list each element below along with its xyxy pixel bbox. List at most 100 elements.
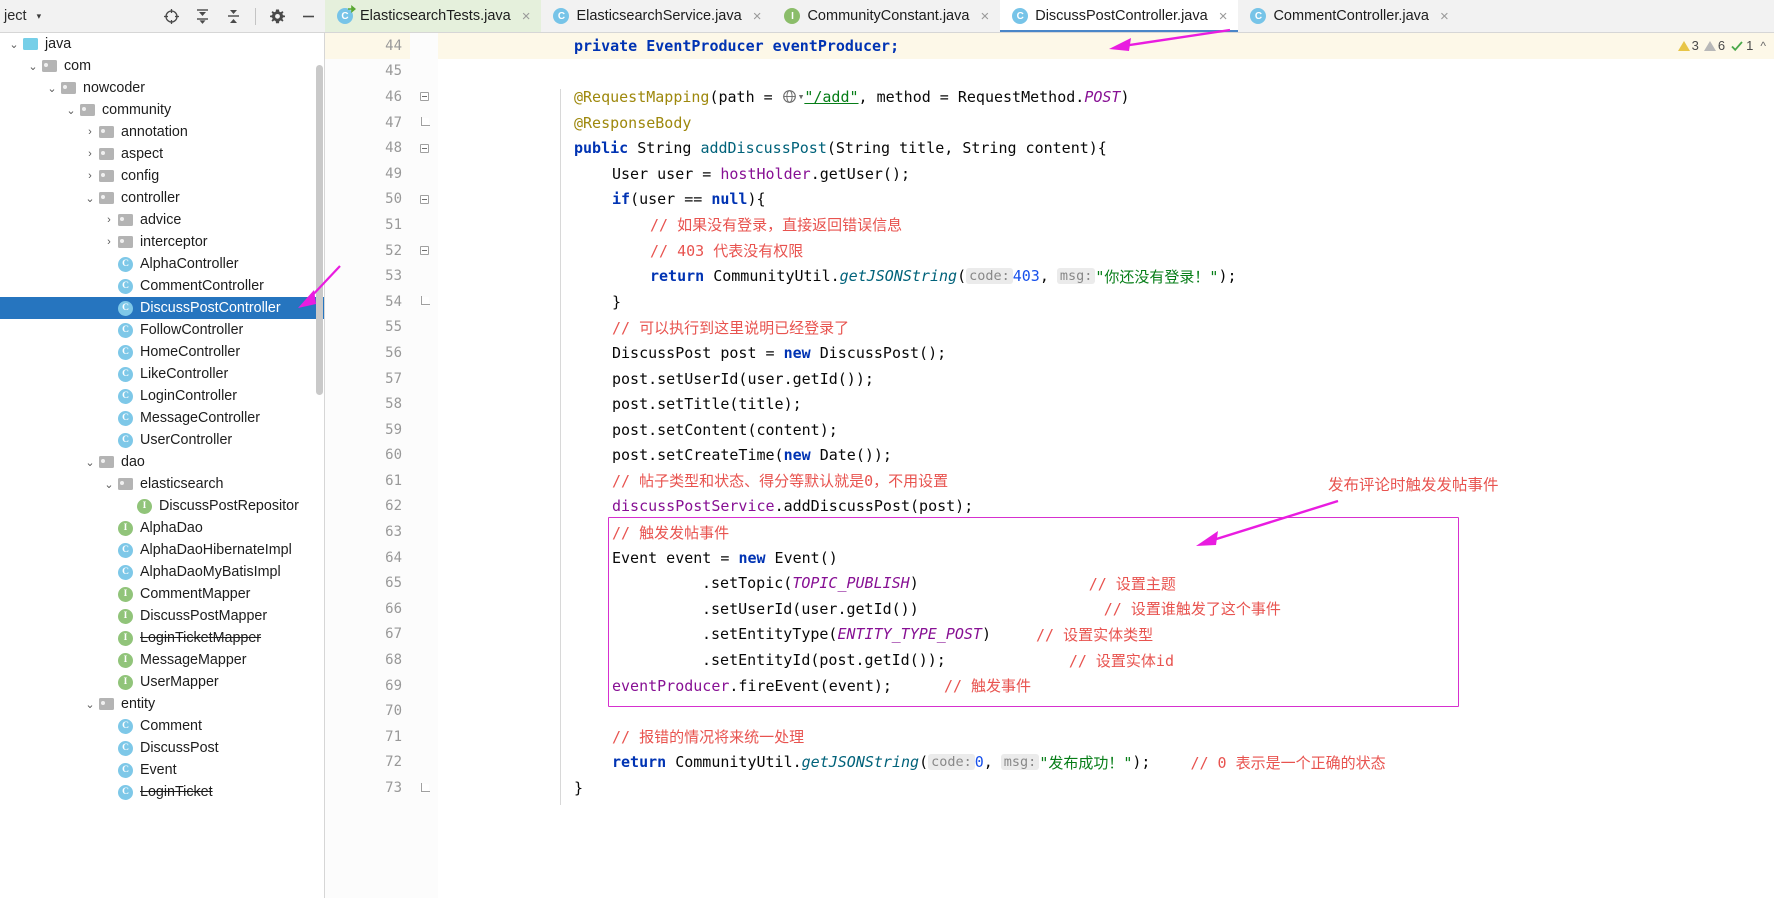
region-end-icon[interactable] — [419, 296, 430, 307]
editor-tab-elasticsearchtests[interactable]: C ElasticsearchTests.java × — [325, 0, 542, 32]
editor-tab-elasticsearchservice[interactable]: C ElasticsearchService.java × — [541, 0, 772, 32]
line-number-50[interactable]: 50 — [325, 187, 410, 213]
chevron-right-icon[interactable]: › — [101, 236, 117, 248]
chevron-down-icon[interactable]: ▾ — [37, 11, 42, 22]
line-number-57[interactable]: 57 — [325, 366, 410, 392]
locate-icon[interactable] — [162, 7, 181, 26]
line-number-53[interactable]: 53 — [325, 263, 410, 289]
line-number-55[interactable]: 55 — [325, 315, 410, 341]
tree-item-elasticsearch[interactable]: ⌄ elasticsearch — [0, 473, 324, 495]
line-number-66[interactable]: 66 — [325, 596, 410, 622]
line-number-64[interactable]: 64 — [325, 545, 410, 571]
code-line-58[interactable]: post.setTitle(title); — [438, 391, 1774, 417]
request-path-string[interactable]: "/add" — [804, 88, 858, 106]
region-end-icon[interactable] — [419, 782, 430, 793]
code-line-68[interactable]: .setEntityId(post.getId()); // 设置实体id — [438, 647, 1774, 673]
line-number-52[interactable]: 52 — [325, 238, 410, 264]
tree-item-messagecontroller[interactable]: C MessageController — [0, 407, 324, 429]
fold-marker-54[interactable] — [410, 289, 438, 315]
tree-item-controller[interactable]: ⌄ controller — [0, 187, 324, 209]
code-line-61[interactable]: // 帖子类型和状态、得分等默认就是0，不用设置 — [438, 468, 1774, 494]
code-line-55[interactable]: // 可以执行到这里说明已经登录了 — [438, 315, 1774, 341]
tree-item-likecontroller[interactable]: C LikeController — [0, 363, 324, 385]
code-line-60[interactable]: post.setCreateTime(new Date()); — [438, 443, 1774, 469]
code-line-57[interactable]: post.setUserId(user.getId()); — [438, 366, 1774, 392]
code-line-66[interactable]: .setUserId(user.getId()) // 设置谁触发了这个事件 — [438, 596, 1774, 622]
chevron-down-icon[interactable]: ⌄ — [82, 192, 98, 205]
code-line-52[interactable]: // 403 代表没有权限 — [438, 238, 1774, 264]
tree-item-interceptor[interactable]: › interceptor — [0, 231, 324, 253]
chevron-right-icon[interactable]: › — [82, 170, 98, 182]
collapse-region-icon[interactable] — [419, 194, 429, 204]
line-number-60[interactable]: 60 — [325, 443, 410, 469]
line-number-46[interactable]: 46 — [325, 84, 410, 110]
code-line-48[interactable]: public String addDiscussPost (String titl… — [438, 135, 1774, 161]
tree-item-advice[interactable]: › advice — [0, 209, 324, 231]
tree-item-comment[interactable]: C Comment — [0, 715, 324, 737]
line-number-45[interactable]: 45 — [325, 59, 410, 85]
status-checks[interactable]: 1 — [1730, 38, 1753, 53]
tree-item-discusspostcontroller[interactable]: C DiscussPostController — [0, 297, 324, 319]
tree-item-loginticketmapper[interactable]: I LoginTicketMapper — [0, 627, 324, 649]
editor-tab-communityconstant[interactable]: I CommunityConstant.java × — [772, 0, 1000, 32]
fold-marker-47[interactable] — [410, 110, 438, 136]
chevron-down-icon[interactable]: ⌄ — [63, 104, 79, 117]
code-line-53[interactable]: return CommunityUtil. getJSONString(code:… — [438, 263, 1774, 289]
code-folding-column[interactable] — [410, 33, 438, 898]
line-number-49[interactable]: 49 — [325, 161, 410, 187]
code-line-44[interactable]: private EventProducer eventProducer; — [438, 33, 1774, 59]
code-line-67[interactable]: .setEntityType(ENTITY_TYPE_POST) // 设置实体类… — [438, 622, 1774, 648]
status-warnings-grey[interactable]: 6 — [1703, 38, 1725, 53]
chevron-right-icon[interactable]: › — [101, 214, 117, 226]
fold-marker-48[interactable] — [410, 135, 438, 161]
line-number-69[interactable]: 69 — [325, 673, 410, 699]
code-content[interactable]: private EventProducer eventProducer; @Re… — [438, 33, 1774, 898]
fold-marker-52[interactable] — [410, 238, 438, 264]
line-number-48[interactable]: 48 — [325, 135, 435, 161]
line-number-62[interactable]: 62 — [325, 494, 410, 520]
tree-item-community[interactable]: ⌄ community — [0, 99, 324, 121]
tree-item-messagemapper[interactable]: I MessageMapper — [0, 649, 324, 671]
tree-item-alphacontroller[interactable]: C AlphaController — [0, 253, 324, 275]
code-line-46[interactable]: @RequestMapping (path = ▾ "/add", method =… — [438, 84, 1774, 110]
line-number-56[interactable]: 56 — [325, 340, 410, 366]
fold-marker-73[interactable] — [410, 775, 438, 801]
tree-item-discusspost[interactable]: C DiscussPost — [0, 737, 324, 759]
line-number-73[interactable]: 73 — [325, 775, 410, 801]
tree-item-logincontroller[interactable]: C LoginController — [0, 385, 324, 407]
code-line-73[interactable]: } — [438, 775, 1774, 801]
tree-item-alphadaohibernateimpl[interactable]: C AlphaDaoHibernateImpl — [0, 539, 324, 561]
settings-gear-icon[interactable] — [268, 7, 287, 26]
tree-item-usermapper[interactable]: I UserMapper — [0, 671, 324, 693]
tree-item-event[interactable]: C Event — [0, 759, 324, 781]
code-line-59[interactable]: post.setContent(content); — [438, 417, 1774, 443]
code-line-54[interactable]: } — [438, 289, 1774, 315]
tree-item-com[interactable]: ⌄ com — [0, 55, 324, 77]
chevron-down-icon[interactable]: ⌄ — [101, 478, 117, 491]
line-number-63[interactable]: 63 — [325, 519, 410, 545]
close-icon[interactable]: × — [1440, 9, 1449, 24]
code-line-71[interactable]: // 报错的情况将来统一处理 — [438, 724, 1774, 750]
tree-item-commentcontroller[interactable]: C CommentController — [0, 275, 324, 297]
code-line-49[interactable]: User user = hostHolder.getUser(); — [438, 161, 1774, 187]
chevron-down-icon[interactable]: ⌄ — [6, 38, 22, 51]
close-icon[interactable]: × — [1219, 9, 1228, 24]
tree-item-followcontroller[interactable]: C FollowController — [0, 319, 324, 341]
tree-item-loginticket[interactable]: C LoginTicket — [0, 781, 324, 803]
close-icon[interactable]: × — [980, 9, 989, 24]
code-line-63[interactable]: // 触发发帖事件 — [438, 519, 1774, 545]
tree-item-config[interactable]: › config — [0, 165, 324, 187]
tree-item-java[interactable]: ⌄ java — [0, 33, 324, 55]
status-warnings-yellow[interactable]: 3 — [1677, 38, 1699, 53]
code-line-64[interactable]: Event event = new Event() — [438, 545, 1774, 571]
editor-gutter[interactable]: 44 45 46 47 48 49 50 51 52 53 54 55 56 57 58 59 60 61 62 63… — [325, 33, 435, 898]
line-number-61[interactable]: 61 — [325, 468, 410, 494]
tree-item-aspect[interactable]: › aspect — [0, 143, 324, 165]
tree-item-homecontroller[interactable]: C HomeController — [0, 341, 324, 363]
code-line-62[interactable]: discussPostService.addDiscussPost(post); — [438, 494, 1774, 520]
region-end-icon[interactable] — [419, 117, 430, 128]
chevron-right-icon[interactable]: › — [82, 126, 98, 138]
line-number-44[interactable]: 44 — [325, 33, 435, 59]
code-line-69[interactable]: eventProducer .fireEvent(event); // 触发事件 — [438, 673, 1774, 699]
collapse-region-icon[interactable] — [419, 92, 429, 102]
